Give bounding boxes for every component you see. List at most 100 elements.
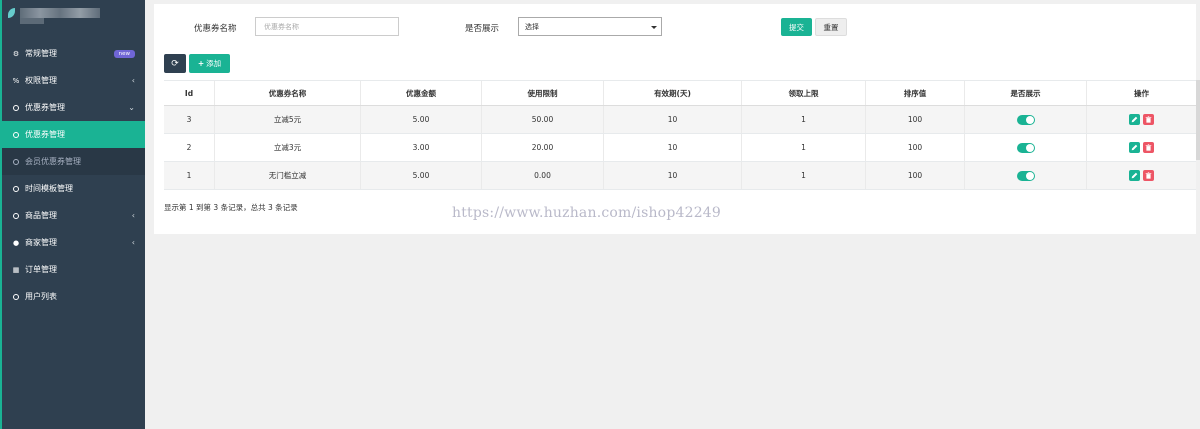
sidebar-item-member-coupons[interactable]: 会员优惠券管理 — [2, 148, 145, 175]
column-header-amount[interactable]: 优惠金额 — [361, 81, 482, 105]
cogs-icon: ⚙ — [12, 49, 20, 58]
new-badge: new — [113, 49, 135, 58]
sidebar-item-label: 优惠券管理 — [25, 103, 65, 112]
cell-amount: 5.00 — [361, 106, 482, 133]
chevron-left-icon: ‹ — [131, 211, 135, 220]
circle-icon — [12, 104, 20, 112]
scrollbar[interactable] — [1196, 80, 1200, 160]
sidebar-item-label: 用户列表 — [25, 292, 57, 301]
sidebar-item-merchants[interactable]: ● 商家管理 ‹ — [2, 229, 145, 256]
circle-icon — [12, 131, 20, 139]
table-row: 1 无门槛立减 5.00 0.00 10 1 100 — [164, 162, 1196, 190]
cell-validity: 10 — [604, 162, 742, 189]
sidebar-item-label: 权限管理 — [25, 76, 57, 85]
refresh-button[interactable]: ⟳ — [164, 54, 186, 73]
sidebar-item-label: 时间模板管理 — [25, 184, 73, 193]
column-header-name[interactable]: 优惠券名称 — [215, 81, 361, 105]
show-toggle[interactable] — [1016, 170, 1035, 181]
column-header-sort[interactable]: 排序值 — [866, 81, 965, 105]
cell-show — [965, 134, 1087, 161]
sidebar-item-label: 优惠券管理 — [25, 130, 65, 139]
link-icon: % — [12, 76, 20, 85]
logo — [2, 0, 145, 38]
cell-sort: 100 — [866, 134, 965, 161]
trash-icon — [1145, 172, 1152, 179]
pagination-summary: 显示第 1 到第 3 条记录，总共 3 条记录 — [164, 203, 298, 212]
edit-button[interactable] — [1129, 114, 1140, 125]
circle-icon — [12, 212, 20, 220]
watermark-text: https://www.huzhan.com/ishop42249 — [452, 205, 722, 221]
circle-icon — [12, 293, 20, 301]
sidebar-item-label: 常规管理 — [25, 49, 57, 58]
circle-icon — [12, 158, 20, 166]
cell-claim-limit: 1 — [742, 162, 866, 189]
cell-sort: 100 — [866, 162, 965, 189]
cell-limit: 0.00 — [482, 162, 604, 189]
reset-button[interactable]: 重置 — [815, 18, 847, 36]
coupon-table: Id 优惠券名称 优惠金额 使用限制 有效期(天) 领取上限 排序值 是否展示 … — [164, 80, 1196, 190]
cell-show — [965, 106, 1087, 133]
edit-button[interactable] — [1129, 142, 1140, 153]
show-filter-label: 是否展示 — [465, 24, 500, 34]
sidebar-item-label: 订单管理 — [25, 265, 57, 274]
cell-name: 立减5元 — [215, 106, 361, 133]
caret-down-icon — [651, 26, 657, 29]
pencil-icon — [1131, 116, 1138, 123]
cell-id: 2 — [164, 134, 215, 161]
cell-id: 1 — [164, 162, 215, 189]
coupon-name-input[interactable]: 优惠券名称 — [255, 17, 399, 36]
sidebar-item-orders[interactable]: ▦ 订单管理 — [2, 256, 145, 283]
sidebar-item-label: 商家管理 — [25, 238, 57, 247]
cell-id: 3 — [164, 106, 215, 133]
sidebar-item-users[interactable]: 用户列表 — [2, 283, 145, 310]
pencil-icon — [1131, 144, 1138, 151]
user-circle-icon: ● — [12, 238, 20, 247]
sidebar-item-general[interactable]: ⚙ 常规管理 new — [2, 40, 145, 67]
cell-claim-limit: 1 — [742, 106, 866, 133]
sidebar: ⚙ 常规管理 new % 权限管理 ‹ 优惠券管理 ⌄ 优惠券管理 会员优惠券管… — [0, 0, 145, 429]
trash-icon — [1145, 144, 1152, 151]
pencil-icon — [1131, 172, 1138, 179]
delete-button[interactable] — [1143, 142, 1154, 153]
cell-claim-limit: 1 — [742, 134, 866, 161]
calendar-icon: ▦ — [12, 265, 20, 274]
cell-name: 立减3元 — [215, 134, 361, 161]
refresh-icon: ⟳ — [171, 58, 179, 69]
show-toggle[interactable] — [1016, 142, 1035, 153]
table-header: Id 优惠券名称 优惠金额 使用限制 有效期(天) 领取上限 排序值 是否展示 … — [164, 80, 1196, 106]
sidebar-item-products[interactable]: 商品管理 ‹ — [2, 202, 145, 229]
cell-show — [965, 162, 1087, 189]
content-panel: 优惠券名称 优惠券名称 是否展示 选择 提交 重置 ⟳ + 添加 Id 优惠券名… — [154, 4, 1196, 234]
cell-amount: 5.00 — [361, 162, 482, 189]
cell-limit: 50.00 — [482, 106, 604, 133]
show-toggle[interactable] — [1016, 114, 1035, 125]
show-filter-select[interactable]: 选择 — [518, 17, 662, 36]
show-filter-value: 选择 — [525, 22, 539, 31]
column-header-claim-limit[interactable]: 领取上限 — [742, 81, 866, 105]
column-header-limit[interactable]: 使用限制 — [482, 81, 604, 105]
sidebar-item-permissions[interactable]: % 权限管理 ‹ — [2, 67, 145, 94]
column-header-validity[interactable]: 有效期(天) — [604, 81, 742, 105]
chevron-down-icon: ⌄ — [128, 103, 135, 112]
sidebar-item-coupon-manage[interactable]: 优惠券管理 — [2, 121, 145, 148]
cell-validity: 10 — [604, 106, 742, 133]
cell-sort: 100 — [866, 106, 965, 133]
submit-button[interactable]: 提交 — [781, 18, 812, 36]
cell-actions — [1087, 106, 1196, 133]
coupon-name-label: 优惠券名称 — [194, 24, 237, 34]
column-header-id[interactable]: Id — [164, 81, 215, 105]
sidebar-item-coupons[interactable]: 优惠券管理 ⌄ — [2, 94, 145, 121]
cell-validity: 10 — [604, 134, 742, 161]
table-row: 2 立减3元 3.00 20.00 10 1 100 — [164, 134, 1196, 162]
delete-button[interactable] — [1143, 170, 1154, 181]
trash-icon — [1145, 116, 1152, 123]
column-header-show[interactable]: 是否展示 — [965, 81, 1087, 105]
delete-button[interactable] — [1143, 114, 1154, 125]
sidebar-item-time-templates[interactable]: 时间模板管理 — [2, 175, 145, 202]
chevron-left-icon: ‹ — [131, 76, 135, 85]
edit-button[interactable] — [1129, 170, 1140, 181]
cell-limit: 20.00 — [482, 134, 604, 161]
cell-actions — [1087, 162, 1196, 189]
add-button[interactable]: + 添加 — [189, 54, 230, 73]
table-row: 3 立减5元 5.00 50.00 10 1 100 — [164, 106, 1196, 134]
